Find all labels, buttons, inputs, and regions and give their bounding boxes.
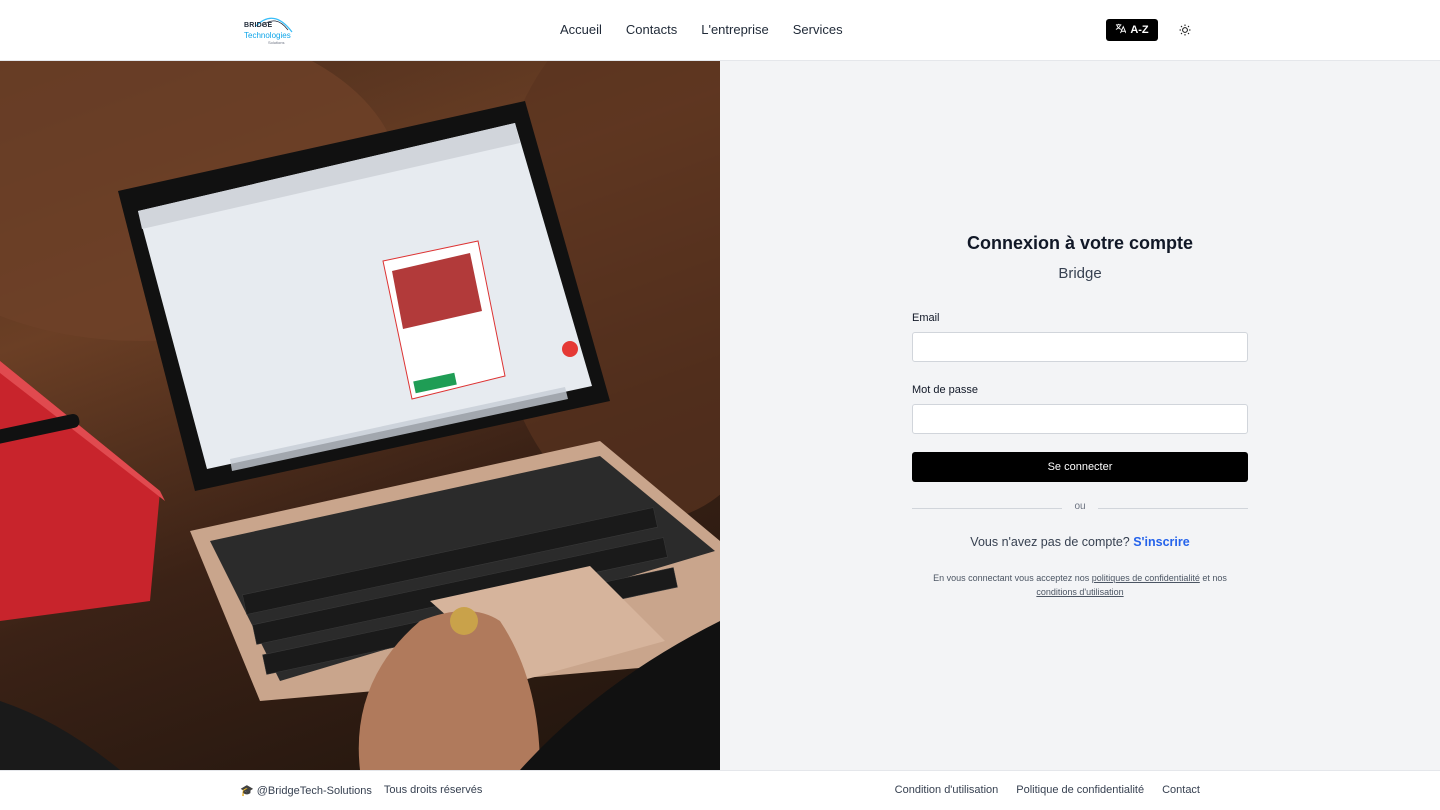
footer-left: 🎓 @BridgeTech-Solutions Tous droits rése…: [240, 784, 482, 797]
password-field[interactable]: [912, 404, 1248, 434]
laptop-photo-illustration: [0, 61, 720, 770]
terms-link[interactable]: conditions d'utilisation: [1036, 587, 1123, 597]
logo-tiny-text: Solutions: [268, 40, 285, 45]
legal-notice: En vous connectant vous acceptez nos pol…: [912, 571, 1248, 599]
hero-image: [0, 61, 720, 770]
signup-link[interactable]: S'inscrire: [1133, 535, 1189, 549]
logo-text: BRIDGE: [244, 22, 273, 29]
main-nav: Accueil Contacts L'entreprise Services: [560, 22, 843, 37]
privacy-policy-link[interactable]: politiques de confidentialité: [1092, 573, 1200, 583]
logo-subtext: Technologies: [244, 31, 291, 40]
signup-prompt: Vous n'avez pas de compte? S'inscrire: [720, 535, 1440, 549]
sun-icon: [1179, 24, 1191, 36]
nav-accueil[interactable]: Accueil: [560, 22, 602, 37]
login-panel: Connexion à votre compte Bridge Email Mo…: [720, 61, 1440, 770]
divider-line-right: [1098, 508, 1248, 509]
nav-entreprise[interactable]: L'entreprise: [701, 22, 769, 37]
login-button[interactable]: Se connecter: [912, 452, 1248, 482]
bridge-logo[interactable]: BRIDGE Technologies Solutions: [242, 12, 302, 48]
login-subtitle: Bridge: [1058, 265, 1102, 282]
footer-privacy-link[interactable]: Politique de confidentialité: [1016, 784, 1144, 796]
password-label: Mot de passe: [912, 384, 979, 396]
signup-text: Vous n'avez pas de compte?: [970, 535, 1130, 549]
footer-handle-text: @BridgeTech-Solutions: [256, 785, 372, 797]
email-label: Email: [912, 312, 940, 324]
legal-and: et nos: [1202, 573, 1227, 583]
login-title: Connexion à votre compte: [966, 233, 1194, 253]
legal-prefix: En vous connectant vous acceptez nos: [933, 573, 1090, 583]
translate-icon: [1115, 23, 1127, 37]
site-header: BRIDGE Technologies Solutions Accueil Co…: [0, 0, 1440, 61]
footer-handle[interactable]: 🎓 @BridgeTech-Solutions: [240, 784, 372, 797]
footer-terms-link[interactable]: Condition d'utilisation: [895, 784, 999, 796]
nav-contacts[interactable]: Contacts: [626, 22, 677, 37]
language-button[interactable]: A-Z: [1106, 19, 1158, 41]
theme-toggle[interactable]: [1176, 21, 1194, 39]
divider-text: ou: [1074, 501, 1086, 512]
nav-services[interactable]: Services: [793, 22, 843, 37]
graduation-cap-icon: 🎓: [240, 785, 254, 797]
footer-links: Condition d'utilisation Politique de con…: [895, 784, 1200, 796]
footer-rights: Tous droits réservés: [383, 784, 483, 796]
footer-contact-link[interactable]: Contact: [1162, 784, 1200, 796]
site-footer: 🎓 @BridgeTech-Solutions Tous droits rése…: [0, 770, 1440, 810]
or-divider: ou: [912, 501, 1248, 515]
email-field[interactable]: [912, 332, 1248, 362]
language-label: A-Z: [1130, 24, 1149, 36]
